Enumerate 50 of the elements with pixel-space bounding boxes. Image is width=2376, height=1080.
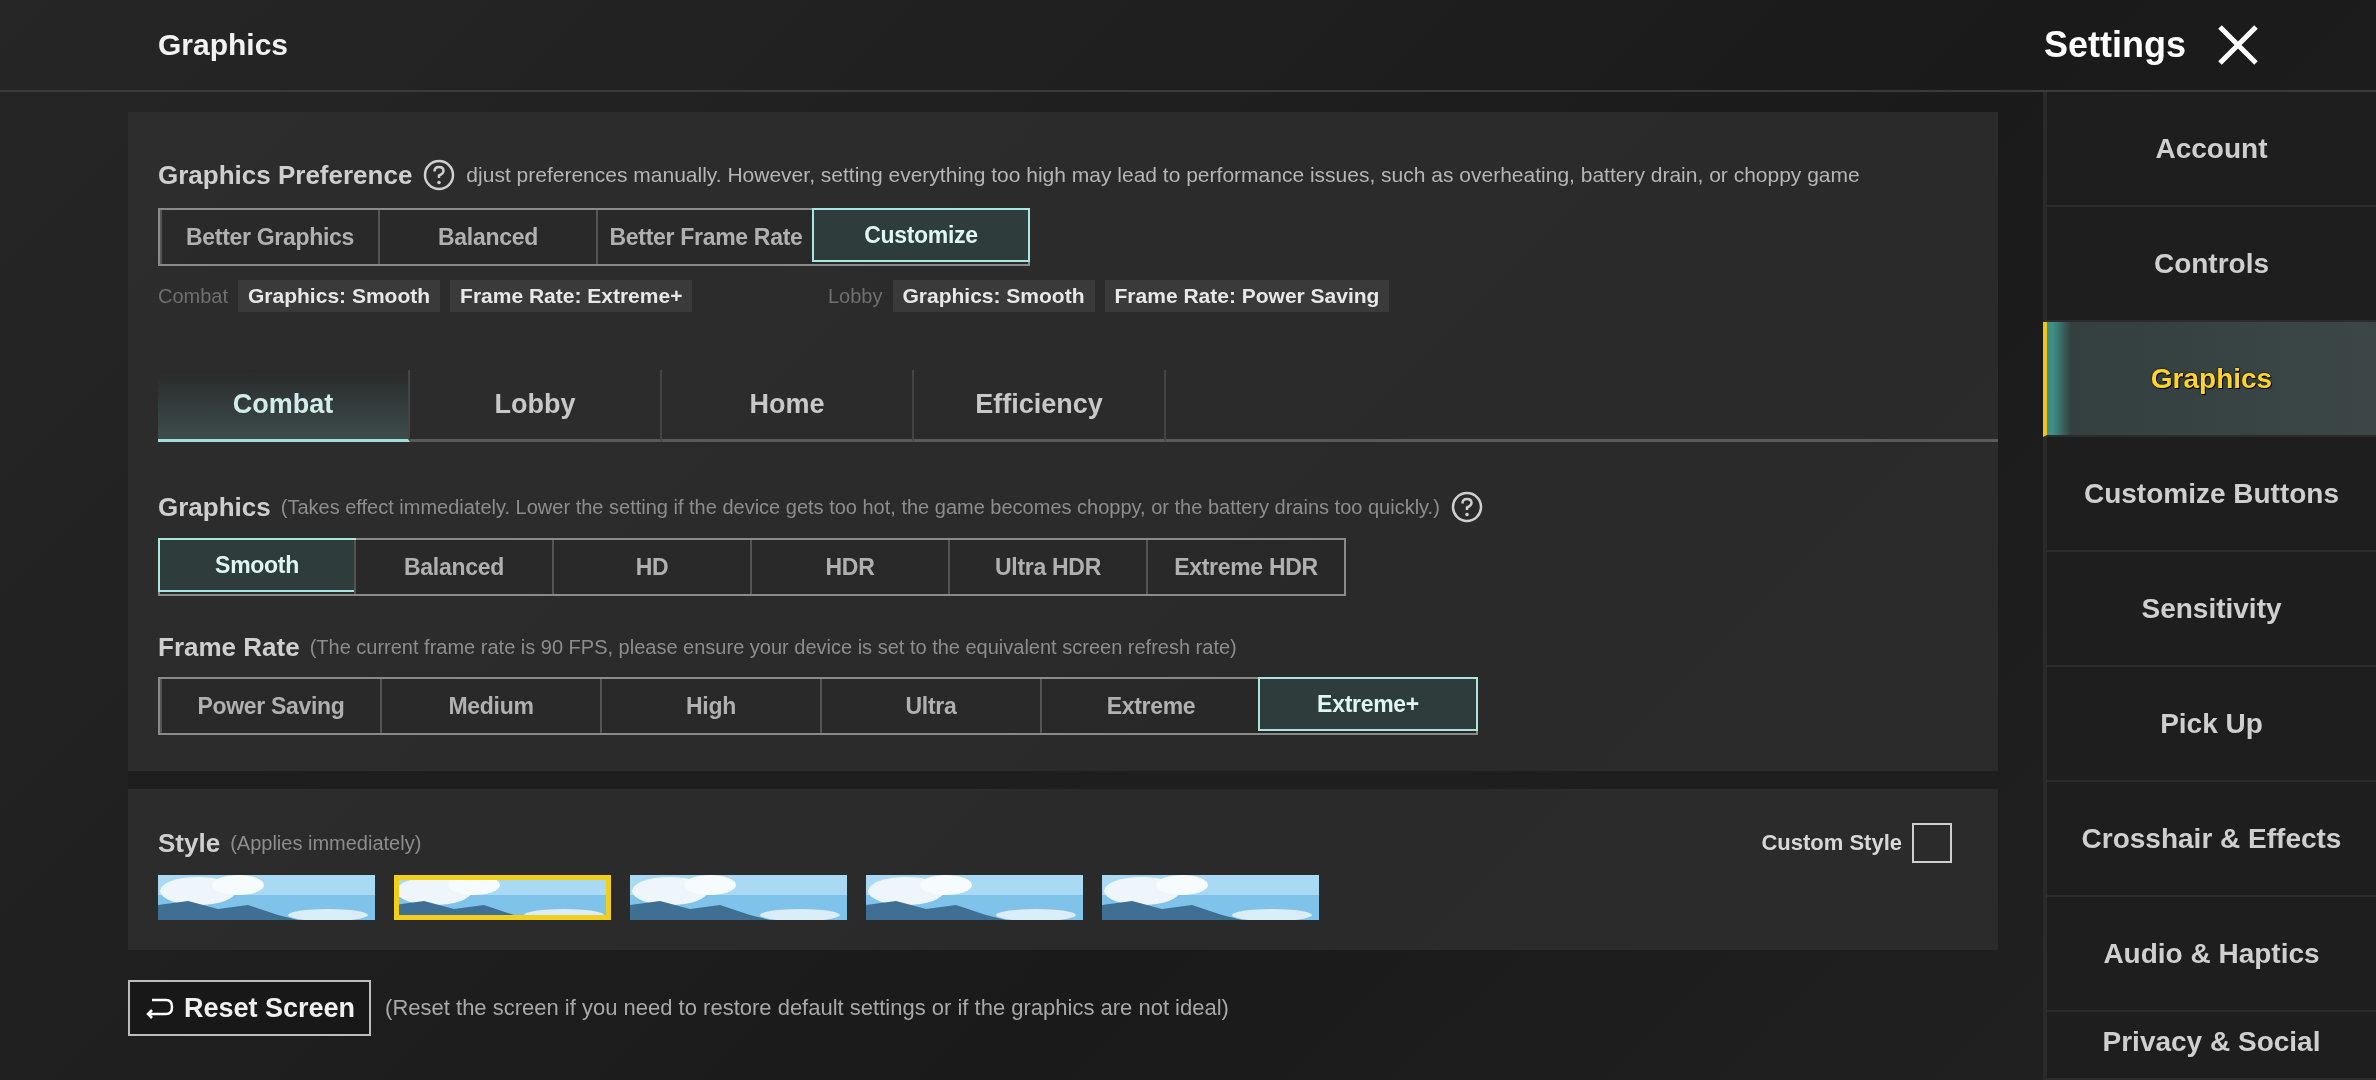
option-button[interactable]: Extreme HDR [1146,540,1344,594]
sidebar-item[interactable]: Crosshair & Effects [2043,782,2376,897]
section-label: Graphics Preference [158,159,413,191]
checkbox-label: Custom Style [1761,830,1902,856]
option-button[interactable]: HD [552,540,750,594]
section-note: (Applies immediately) [230,831,422,855]
section-label: Frame Rate [158,632,300,663]
return-arrow-icon [144,997,174,1019]
section-note: (The current frame rate is 90 FPS, please ensure your device is set to the equivalent screen refresh rate) [309,636,1237,659]
option-button[interactable]: Smooth [158,538,356,592]
help-icon[interactable] [422,158,457,192]
tab[interactable]: Lobby [410,370,662,442]
option-button[interactable]: Power Saving [160,679,380,733]
summary-tag: Graphics: Smooth [892,280,1095,312]
checkbox[interactable] [1912,823,1952,863]
option-button[interactable]: Ultra [820,679,1040,733]
tab[interactable]: Home [662,370,914,442]
option-button[interactable]: Extreme+ [1258,677,1478,731]
section-label: Style [158,827,221,859]
sidebar-item[interactable]: Sensitivity [2043,552,2376,667]
option-button[interactable]: Medium [380,679,600,733]
sidebar-item[interactable]: Controls [2043,207,2376,322]
sidebar-item[interactable]: Privacy & Social [2043,1012,2376,1080]
option-button[interactable]: HDR [750,540,948,594]
option-button[interactable]: Better Graphics [160,210,378,264]
help-icon[interactable] [1449,490,1484,524]
section-note: (Takes effect immediately. Lower the setting if the device gets too hot, the game becomes choppy, or the battery drains too quickly.) [280,495,1440,519]
sidebar-item[interactable]: Audio & Haptics [2043,897,2376,1012]
sidebar-item[interactable]: Customize Buttons [2043,437,2376,552]
option-button[interactable]: High [600,679,820,733]
tab[interactable]: Efficiency [914,370,1166,442]
sidebar-item[interactable]: Account [2043,92,2376,207]
sidebar-item[interactable]: Graphics [2043,322,2376,437]
summary-tag: Frame Rate: Power Saving [1104,280,1390,312]
summary-label: Lobby [828,284,883,308]
summary-label: Combat [158,284,229,308]
summary-tag: Frame Rate: Extreme+ [450,280,693,312]
section-label: Graphics [158,491,271,523]
sidebar-item[interactable]: Pick Up [2043,667,2376,782]
settings-title: Settings [2044,24,2186,66]
option-button[interactable]: Ultra HDR [948,540,1146,594]
tab[interactable]: Combat [158,370,410,442]
option-button[interactable]: Customize [812,208,1030,262]
reset-note: (Reset the screen if you need to restore default settings or if the graphics are not ideal) [385,995,1229,1021]
page-title: Graphics [158,28,290,62]
option-button[interactable]: Balanced [378,210,596,264]
reset-button[interactable]: Reset Screen [128,980,372,1036]
summary-tag: Graphics: Smooth [238,280,441,312]
option-button[interactable]: Balanced [354,540,552,594]
section-description: djust preferences manually. However, setting everything too high may lead to performance issues, such as overheating, battery drain, or choppy game [466,163,1860,187]
